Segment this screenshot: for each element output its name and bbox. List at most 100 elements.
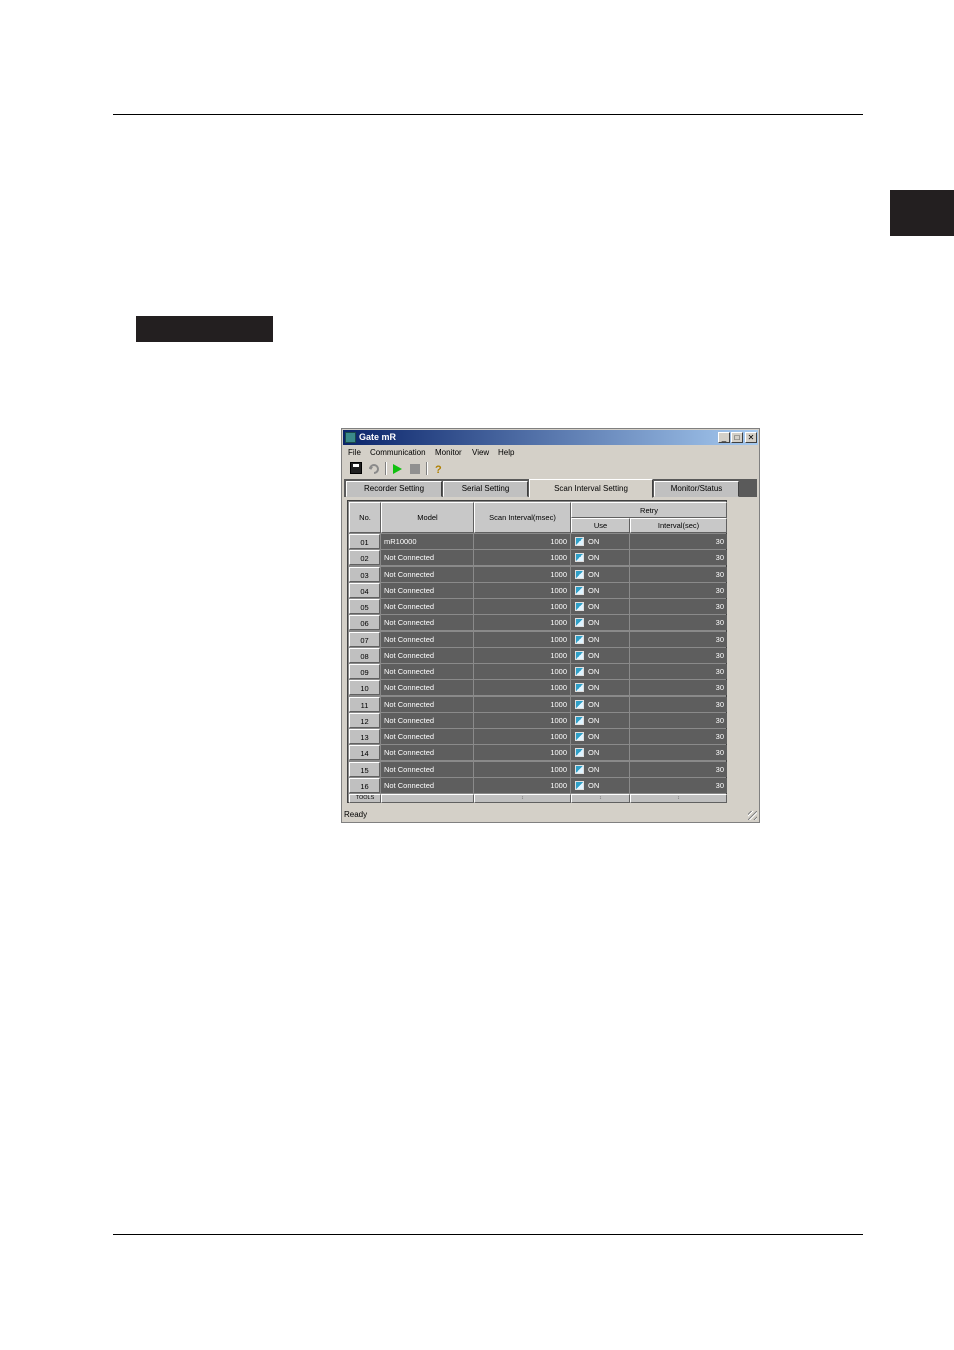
retry-checkbox[interactable]: [575, 585, 584, 595]
model-cell[interactable]: Not Connected: [381, 631, 473, 647]
retry-interval-cell[interactable]: 30: [630, 729, 727, 744]
retry-use-cell[interactable]: ON: [571, 566, 629, 582]
retry-use-cell[interactable]: ON: [571, 777, 629, 793]
menu-view[interactable]: View: [472, 448, 489, 457]
retry-use-cell[interactable]: ON: [571, 647, 629, 663]
scan-interval-cell[interactable]: 1000: [474, 712, 570, 728]
table-row[interactable]: 13 Not Connected 1000 ON 30: [349, 729, 727, 745]
model-cell[interactable]: Not Connected: [381, 745, 473, 761]
menu-help[interactable]: Help: [498, 448, 514, 457]
scan-interval-cell[interactable]: 1000: [474, 777, 570, 793]
reload-icon[interactable]: [368, 462, 380, 474]
retry-interval-cell[interactable]: 30: [630, 566, 727, 582]
table-row[interactable]: 09 Not Connected 1000 ON 30: [349, 664, 727, 680]
retry-interval-cell[interactable]: 30: [630, 745, 727, 761]
retry-use-cell[interactable]: ON: [571, 615, 629, 631]
tools-button[interactable]: TOOLS: [349, 794, 381, 803]
model-cell[interactable]: Not Connected: [381, 582, 473, 598]
retry-checkbox[interactable]: [575, 618, 584, 628]
retry-interval-cell[interactable]: 30: [630, 777, 727, 793]
model-cell[interactable]: Not Connected: [381, 729, 473, 744]
model-cell[interactable]: Not Connected: [381, 647, 473, 663]
model-cell[interactable]: Not Connected: [381, 664, 473, 679]
scan-interval-cell[interactable]: 1000: [474, 582, 570, 598]
retry-checkbox[interactable]: [575, 699, 584, 709]
retry-use-cell[interactable]: ON: [571, 680, 629, 696]
scan-interval-cell[interactable]: 1000: [474, 729, 570, 744]
retry-checkbox[interactable]: [575, 780, 584, 790]
model-cell[interactable]: Not Connected: [381, 566, 473, 582]
model-cell[interactable]: Not Connected: [381, 761, 473, 777]
stop-icon[interactable]: [409, 462, 421, 474]
help-icon[interactable]: ?: [432, 462, 444, 476]
resize-grip[interactable]: [748, 811, 757, 820]
model-cell[interactable]: Not Connected: [381, 696, 473, 712]
scan-interval-cell[interactable]: 1000: [474, 615, 570, 631]
title-bar[interactable]: Gate mR _ □ ✕: [343, 430, 758, 445]
scan-interval-cell[interactable]: 1000: [474, 599, 570, 614]
scan-interval-cell[interactable]: 1000: [474, 761, 570, 777]
model-cell[interactable]: mR10000: [381, 534, 473, 549]
table-row[interactable]: 08 Not Connected 1000 ON 30: [349, 647, 727, 664]
retry-interval-cell[interactable]: 30: [630, 696, 727, 712]
retry-interval-cell[interactable]: 30: [630, 534, 727, 549]
menu-monitor[interactable]: Monitor: [435, 448, 462, 457]
retry-checkbox[interactable]: [575, 602, 584, 611]
minimize-button[interactable]: _: [718, 432, 730, 443]
save-icon[interactable]: [350, 462, 362, 474]
tab-monitor-status[interactable]: Monitor/Status: [654, 481, 739, 497]
retry-checkbox[interactable]: [575, 553, 584, 563]
retry-interval-cell[interactable]: 30: [630, 582, 727, 598]
model-cell[interactable]: Not Connected: [381, 550, 473, 566]
retry-interval-cell[interactable]: 30: [630, 599, 727, 614]
scan-interval-cell[interactable]: 1000: [474, 745, 570, 761]
retry-use-cell[interactable]: ON: [571, 550, 629, 566]
retry-interval-cell[interactable]: 30: [630, 680, 727, 696]
retry-use-cell[interactable]: ON: [571, 696, 629, 712]
model-cell[interactable]: Not Connected: [381, 777, 473, 793]
table-row[interactable]: 03 Not Connected 1000 ON 30: [349, 566, 727, 583]
footer-use-resize[interactable]: ↕: [571, 794, 630, 803]
retry-use-cell[interactable]: ON: [571, 599, 629, 614]
retry-interval-cell[interactable]: 30: [630, 550, 727, 566]
scan-interval-cell[interactable]: 1000: [474, 550, 570, 566]
table-row[interactable]: 07 Not Connected 1000 ON 30: [349, 631, 727, 648]
table-row[interactable]: 04 Not Connected 1000 ON 30: [349, 582, 727, 599]
retry-use-cell[interactable]: ON: [571, 761, 629, 777]
table-row[interactable]: 05 Not Connected 1000 ON 30: [349, 599, 727, 615]
scan-interval-cell[interactable]: 1000: [474, 647, 570, 663]
table-row[interactable]: 16 Not Connected 1000 ON 30: [349, 777, 727, 794]
table-row[interactable]: 06 Not Connected 1000 ON 30: [349, 615, 727, 631]
footer-scan-resize[interactable]: ↕: [474, 794, 571, 803]
menu-file[interactable]: File: [348, 448, 361, 457]
retry-interval-cell[interactable]: 30: [630, 647, 727, 663]
retry-use-cell[interactable]: ON: [571, 712, 629, 728]
scan-interval-cell[interactable]: 1000: [474, 664, 570, 679]
play-icon[interactable]: [391, 462, 403, 474]
table-row[interactable]: 10 Not Connected 1000 ON 30: [349, 680, 727, 696]
maximize-button[interactable]: □: [731, 432, 743, 443]
retry-checkbox[interactable]: [575, 537, 584, 546]
menu-communication[interactable]: Communication: [370, 448, 426, 457]
model-cell[interactable]: Not Connected: [381, 615, 473, 631]
retry-checkbox[interactable]: [575, 650, 584, 660]
retry-use-cell[interactable]: ON: [571, 582, 629, 598]
tab-scan-interval-setting[interactable]: Scan Interval Setting: [529, 479, 653, 498]
retry-interval-cell[interactable]: 30: [630, 615, 727, 631]
retry-checkbox[interactable]: [575, 715, 584, 725]
table-row[interactable]: 12 Not Connected 1000 ON 30: [349, 712, 727, 729]
scan-interval-cell[interactable]: 1000: [474, 534, 570, 549]
retry-checkbox[interactable]: [575, 732, 584, 741]
close-button[interactable]: ✕: [745, 432, 757, 443]
scan-interval-cell[interactable]: 1000: [474, 696, 570, 712]
tab-recorder-setting[interactable]: Recorder Setting: [346, 481, 442, 497]
retry-use-cell[interactable]: ON: [571, 534, 629, 549]
scan-interval-cell[interactable]: 1000: [474, 631, 570, 647]
retry-interval-cell[interactable]: 30: [630, 761, 727, 777]
retry-checkbox[interactable]: [575, 764, 584, 774]
retry-use-cell[interactable]: ON: [571, 631, 629, 647]
retry-use-cell[interactable]: ON: [571, 745, 629, 761]
table-row[interactable]: 02 Not Connected 1000 ON 30: [349, 550, 727, 566]
retry-interval-cell[interactable]: 30: [630, 631, 727, 647]
retry-checkbox[interactable]: [575, 667, 584, 676]
